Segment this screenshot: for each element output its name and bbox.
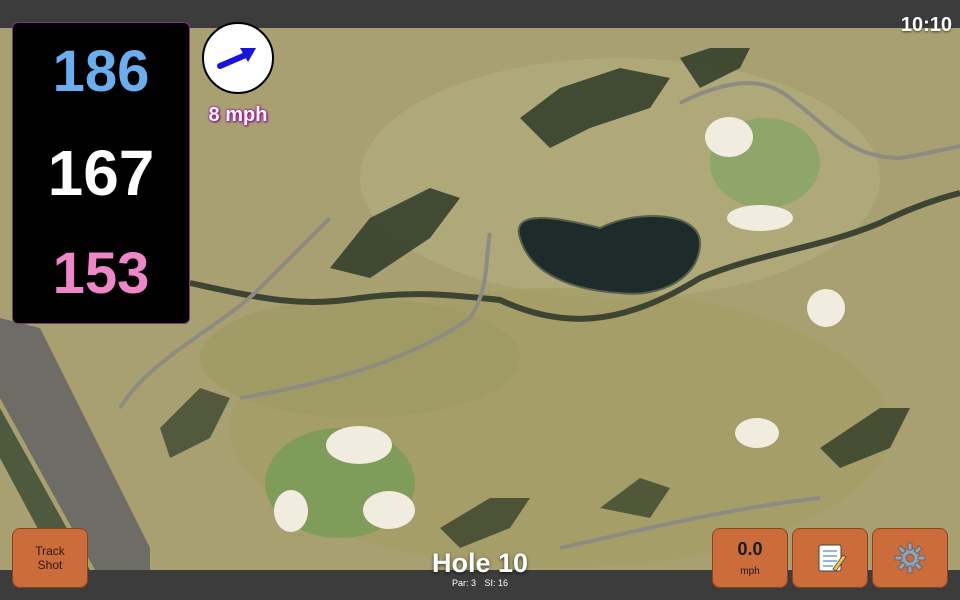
speed-unit: mph <box>740 566 760 577</box>
speed-button[interactable]: 0.0 mph <box>712 528 788 588</box>
settings-button[interactable] <box>872 528 948 588</box>
wind-indicator <box>202 22 274 94</box>
distance-panel: 186 167 153 <box>12 22 190 324</box>
notes-button[interactable] <box>792 528 868 588</box>
track-shot-button[interactable]: Track Shot <box>12 528 88 588</box>
hole-par: Par: 3 <box>451 578 476 588</box>
distance-middle: 167 <box>47 137 155 209</box>
speed-value: 0.0 <box>737 539 763 559</box>
notepad-icon <box>818 544 847 572</box>
wind-arrow-icon <box>217 48 256 69</box>
distance-back: 186 <box>52 39 150 104</box>
hole-title: Hole 10 <box>431 548 529 578</box>
wind-speed: 8 mph <box>208 104 268 126</box>
clock: 10:10 <box>900 14 952 36</box>
distance-front: 153 <box>52 241 150 306</box>
track-shot-label-line1: Track <box>35 544 65 558</box>
track-shot-label-line2: Shot <box>37 558 63 572</box>
gear-icon <box>894 542 926 574</box>
hole-info: Par: 3 SI: 16 <box>380 578 580 588</box>
hole-stroke-index: SI: 16 <box>484 578 509 588</box>
